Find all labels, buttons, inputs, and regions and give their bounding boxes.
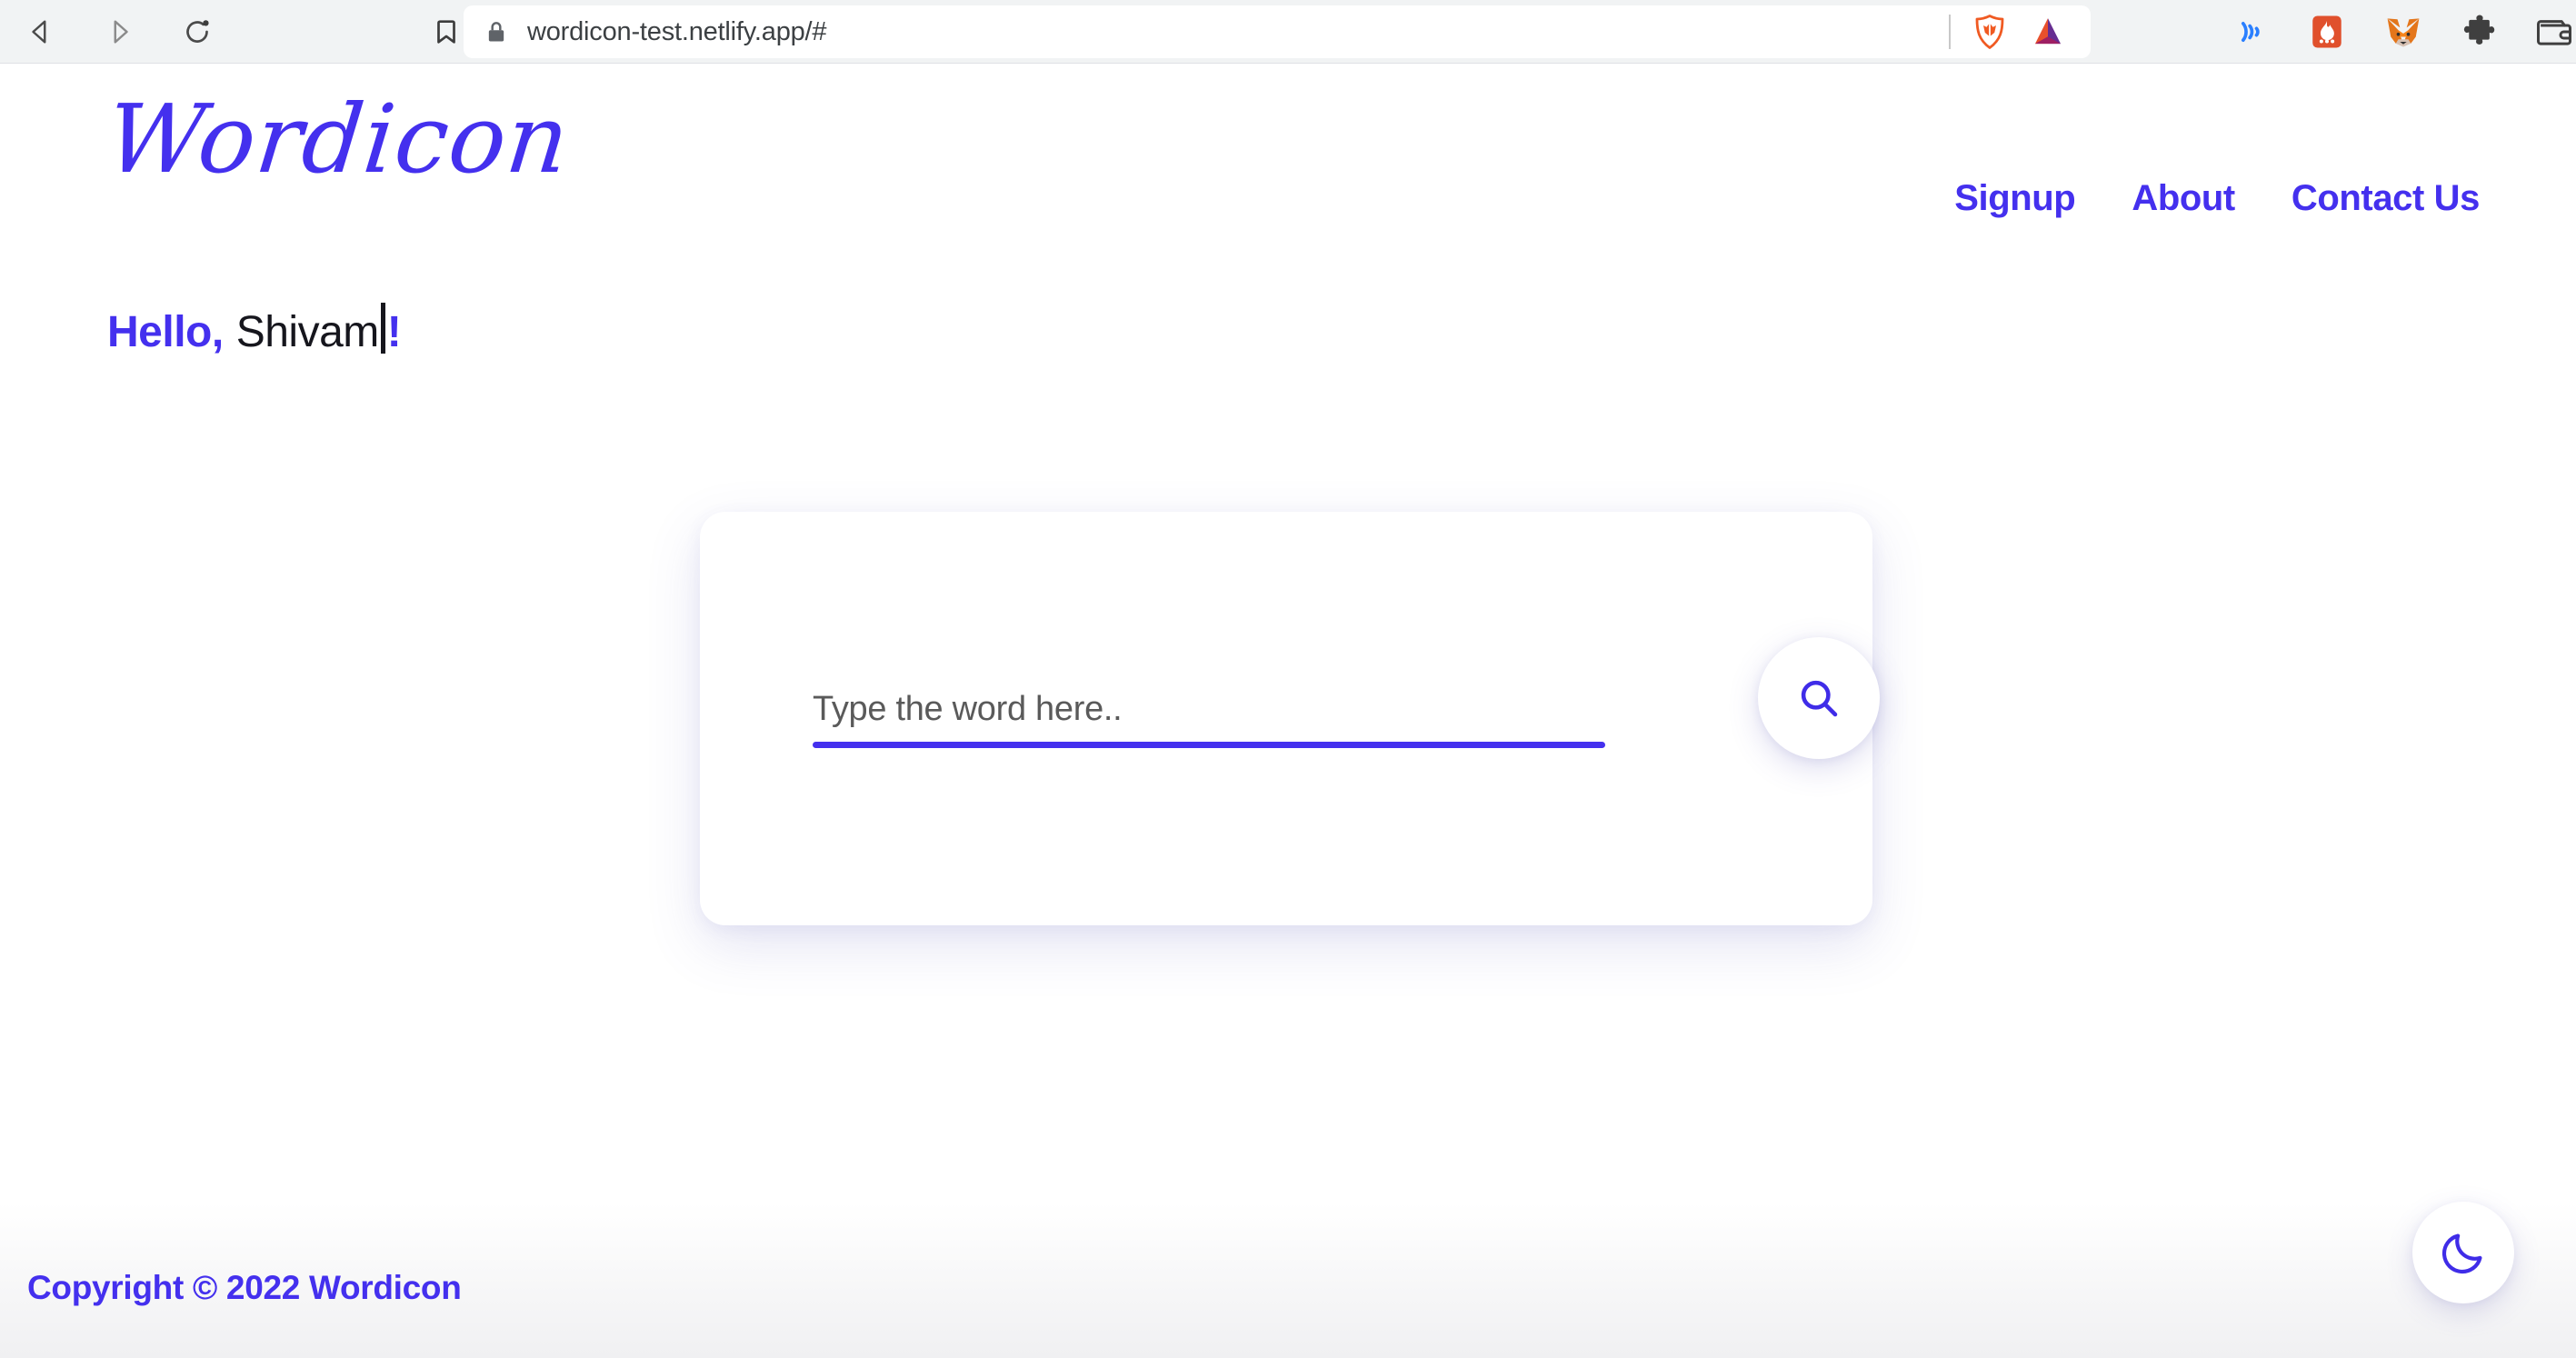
search-underline [813, 742, 1605, 748]
bat-rewards-icon[interactable] [2029, 13, 2067, 51]
address-bar-actions [1949, 13, 2091, 51]
search-row [813, 637, 1880, 774]
site-header: Wordicon Signup About Contact Us [0, 64, 2576, 300]
greeting-exclamation: ! [386, 308, 402, 356]
browser-toolbar: wordicon-test.netlify.app/# [0, 0, 2576, 64]
toolbar-divider [1949, 15, 1951, 49]
page-content: Wordicon Signup About Contact Us Hello, … [0, 64, 2576, 1358]
nav-link-contact-us[interactable]: Contact Us [2291, 178, 2481, 219]
moon-icon [2441, 1233, 2482, 1274]
lock-icon [484, 19, 509, 45]
footer-copyright: Copyright © 2022 Wordicon [27, 1269, 462, 1306]
search-input[interactable] [813, 674, 1605, 744]
search-button[interactable] [1758, 637, 1880, 759]
reload-icon [186, 19, 209, 43]
puzzle-piece-icon[interactable] [2461, 13, 2499, 51]
search-card [700, 512, 1880, 925]
theme-toggle-button[interactable] [2412, 1202, 2514, 1303]
metamask-fox-icon[interactable] [2382, 12, 2424, 52]
greeting-username: Shivam [235, 308, 380, 356]
brave-shield-icon[interactable] [1971, 13, 2009, 51]
site-logo[interactable]: Wordicon [102, 84, 575, 195]
nav-link-about[interactable]: About [2132, 178, 2235, 219]
forward-button[interactable] [91, 4, 147, 60]
greeting-hello: Hello, [107, 308, 224, 356]
back-button[interactable] [13, 4, 69, 60]
forward-arrow-icon [114, 19, 128, 44]
fire-icon[interactable] [2308, 13, 2346, 51]
bookmark-icon [437, 19, 455, 44]
back-arrow-icon [32, 19, 46, 44]
reload-button[interactable] [169, 4, 225, 60]
url-text: wordicon-test.netlify.app/# [527, 16, 827, 46]
search-input-wrapper [813, 674, 1605, 748]
main-nav: Signup About Contact Us [1954, 178, 2480, 219]
greeting-text: Hello, Shivam ! [107, 295, 402, 357]
nav-link-signup[interactable]: Signup [1954, 178, 2076, 219]
extension-toolbar [2232, 0, 2576, 64]
search-icon [1801, 680, 1838, 717]
text-caret [380, 303, 385, 354]
browser-nav-buttons [0, 4, 225, 60]
wallet-icon[interactable] [2535, 13, 2573, 51]
address-bar[interactable]: wordicon-test.netlify.app/# [464, 5, 2091, 58]
broadcast-icon[interactable] [2232, 12, 2271, 52]
